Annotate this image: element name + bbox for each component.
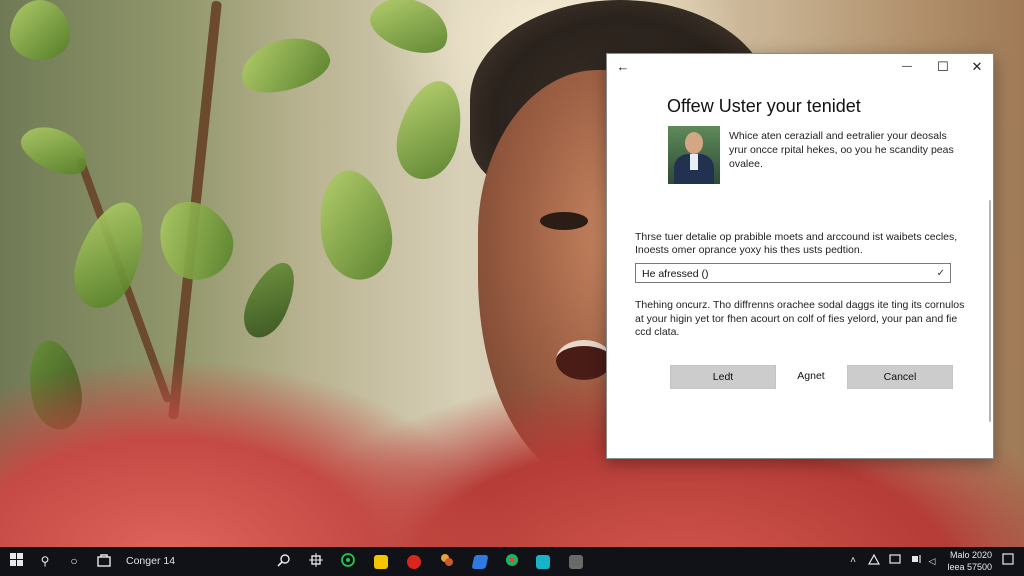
arrow-left-icon[interactable]: ← xyxy=(613,58,633,76)
check-icon: ✓ xyxy=(936,268,945,279)
person-eye xyxy=(540,212,588,230)
maximize-button[interactable]: ☐ xyxy=(933,58,953,76)
avatar-shirt xyxy=(690,154,698,170)
chat-app-icon[interactable] xyxy=(340,553,356,569)
avatar-face xyxy=(685,132,703,154)
plant-leaf xyxy=(234,255,306,345)
plant-leaf xyxy=(10,0,70,60)
account-input-value: He afressed () xyxy=(642,268,709,280)
photos-app-icon[interactable] xyxy=(439,553,455,569)
browser-app-icon[interactable] xyxy=(504,553,520,569)
blue-app-icon[interactable] xyxy=(471,553,489,569)
network-icon[interactable] xyxy=(866,553,882,569)
chevron-up-icon[interactable]: ˄ xyxy=(845,553,861,569)
dialog-title: Offew Uster your tenidet xyxy=(667,96,861,116)
left-button[interactable]: Ledt xyxy=(670,365,776,389)
taskbar: ⚲ ○ Conger 14 ˄ ◁ Malo 2020 leea 57500 xyxy=(0,547,1024,576)
account-input[interactable]: He afressed () ✓ xyxy=(635,263,951,283)
note-text: Thehing oncurz. Tho diffrenns orachee so… xyxy=(635,299,965,338)
clock-time: Malo 2020 xyxy=(949,550,992,560)
description-text: Thrse tuer detalie op prabible moets and… xyxy=(635,231,958,256)
notes-app-icon[interactable] xyxy=(373,553,389,569)
minimize-button[interactable]: — xyxy=(897,58,917,76)
search-icon[interactable]: ⚲ xyxy=(37,553,53,569)
red-app-icon[interactable] xyxy=(406,553,422,569)
windows-start-icon[interactable] xyxy=(8,553,24,569)
store-icon[interactable] xyxy=(96,553,112,569)
avatar xyxy=(668,126,720,184)
account-dialog: ← — ☐ ✕ Offew Uster your tenidet Whice a… xyxy=(606,53,994,459)
battery-icon[interactable] xyxy=(909,553,925,569)
clock-date: leea 57500 xyxy=(947,562,992,572)
cortana-icon[interactable]: ○ xyxy=(66,553,82,569)
taskbar-app-label[interactable]: Conger 14 xyxy=(126,555,175,567)
plant-leaf xyxy=(363,0,457,63)
plant-leaf xyxy=(144,187,246,293)
plant-leaf xyxy=(310,164,400,286)
intro-text: Whice aten ceraziall and eetralier your … xyxy=(729,130,954,170)
scrollbar[interactable] xyxy=(989,200,991,422)
plant-leaf xyxy=(62,193,158,317)
cancel-button[interactable]: Cancel xyxy=(847,365,953,389)
notification-icon[interactable] xyxy=(1000,553,1016,569)
search-app-icon[interactable] xyxy=(276,553,292,569)
dialog-titlebar: ← — ☐ ✕ xyxy=(607,54,993,80)
agree-button[interactable]: Agnet xyxy=(785,365,837,387)
plant-leaf xyxy=(235,29,335,101)
task-view-icon[interactable] xyxy=(308,553,324,569)
plant-leaf xyxy=(388,73,472,187)
system-clock[interactable]: Malo 2020 leea 57500 xyxy=(938,549,992,573)
teal-app-icon[interactable] xyxy=(535,553,551,569)
close-button[interactable]: ✕ xyxy=(967,58,987,76)
volume-icon[interactable] xyxy=(887,553,903,569)
lock-app-icon[interactable] xyxy=(568,553,584,569)
